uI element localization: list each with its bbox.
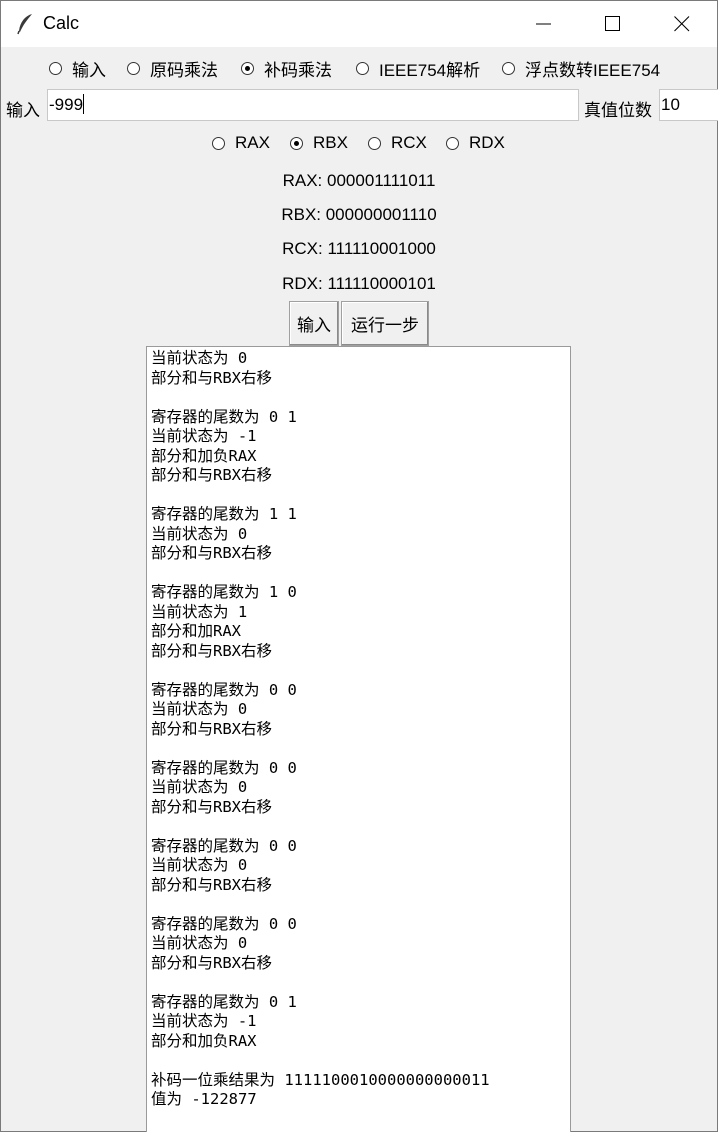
register-radio-rcx[interactable]: RCX — [368, 129, 427, 157]
register-rdx-value: RDX: 111110000101 — [282, 274, 436, 293]
log-line: 部分和与RBX右移 — [151, 466, 272, 484]
radio-label: 输入 — [72, 60, 106, 80]
mode-radio-ieee754-parse[interactable]: IEEE754解析 — [356, 54, 480, 82]
input-label: 输入 — [6, 101, 40, 120]
mode-radio-sign-magnitude[interactable]: 原码乘法 — [127, 54, 218, 82]
log-line: 部分和加负RAX — [151, 446, 257, 465]
log-line: 寄存器的尾数为 0 0 — [151, 836, 297, 855]
log-line: 当前状态为 0 — [151, 778, 248, 796]
mode-radio-float-to-ieee754[interactable]: 浮点数转IEEE754 — [502, 54, 660, 82]
title-bar[interactable]: Calc — [1, 1, 717, 47]
value-input-text: -999 — [49, 95, 84, 114]
register-rbx-value: RBX: 000000001110 — [281, 205, 437, 224]
radio-label: RCX — [391, 133, 427, 152]
radio-circle — [446, 136, 459, 150]
log-line: 部分和与RBX右移 — [151, 875, 272, 894]
log-line: 当前状态为 -1 — [151, 1012, 257, 1030]
radio-circle — [212, 136, 225, 150]
radio-circle — [368, 136, 381, 150]
log-line: 部分和与RBX右移 — [151, 797, 272, 816]
radio-label: IEEE754解析 — [379, 60, 481, 80]
register-rcx-value: RCX: 111110001000 — [282, 239, 436, 258]
radio-label: 补码乘法 — [264, 60, 332, 80]
mode-radio-twos-complement[interactable]: 补码乘法 — [241, 54, 332, 82]
log-line: 当前状态为 0 — [151, 524, 248, 543]
register-radio-group: RAX RBX RCX RDX — [1, 129, 717, 157]
radio-circle — [127, 61, 140, 75]
radio-circle — [502, 61, 515, 75]
log-line: 当前状态为 0 — [151, 934, 248, 952]
log-line: 部分和加负RAX — [151, 1031, 257, 1050]
log-line: 部分和与RBX右移 — [151, 641, 272, 660]
log-line: 寄存器的尾数为 0 0 — [151, 758, 297, 777]
log-line: 寄存器的尾数为 0 0 — [151, 914, 297, 933]
run-step-button[interactable]: 运行一步 — [341, 301, 429, 346]
mode-radio-input[interactable]: 输入 — [49, 54, 106, 82]
bits-input[interactable]: 10 — [659, 89, 718, 121]
log-line: 部分和与RBX右移 — [151, 368, 272, 387]
log-line: 补码一位乘结果为 1111100010000000000011 — [151, 1070, 490, 1089]
log-line: 部分和与RBX右移 — [151, 544, 272, 562]
log-line: 当前状态为 -1 — [151, 427, 257, 445]
log-line: 值为 -122877 — [151, 1090, 257, 1108]
text-caret — [83, 94, 85, 114]
register-radio-rbx[interactable]: RBX — [290, 129, 348, 157]
log-line: 部分和加RAX — [151, 622, 241, 640]
value-input[interactable]: -999 — [47, 89, 579, 121]
radio-circle — [49, 61, 62, 75]
input-button[interactable]: 输入 — [289, 301, 339, 346]
radio-label: 原码乘法 — [150, 60, 218, 80]
calc-window: Calc 输入 原码乘法 补码乘法 IEEE754解析 浮点数转IEEE754 … — [0, 0, 718, 1132]
log-line: 寄存器的尾数为 1 1 — [151, 505, 297, 523]
log-line: 当前状态为 1 — [151, 602, 248, 621]
log-line: 部分和与RBX右移 — [151, 719, 272, 738]
close-button[interactable] — [647, 1, 717, 47]
log-line: 寄存器的尾数为 1 0 — [151, 583, 297, 601]
radio-label: RBX — [313, 133, 348, 152]
bits-input-text: 10 — [661, 95, 680, 114]
log-line: 寄存器的尾数为 0 0 — [151, 680, 297, 699]
radio-circle-selected — [241, 61, 254, 75]
output-log[interactable]: 当前状态为 0 部分和与RBX右移 寄存器的尾数为 0 1 当前状态为 -1 部分和加负… — [146, 346, 571, 1132]
log-line: 当前状态为 0 — [151, 349, 248, 367]
register-rax-value: RAX: 000001111011 — [282, 171, 436, 190]
log-line: 当前状态为 0 — [151, 700, 248, 718]
log-line: 当前状态为 0 — [151, 856, 248, 874]
mode-radio-group: 输入 原码乘法 补码乘法 IEEE754解析 浮点数转IEEE754 — [1, 54, 717, 82]
log-line: 寄存器的尾数为 0 1 — [151, 407, 297, 426]
maximize-icon — [605, 16, 620, 31]
feather-icon — [17, 13, 35, 35]
minimize-icon — [536, 23, 551, 25]
window-title: Calc — [43, 13, 80, 33]
log-line: 部分和与RBX右移 — [151, 953, 272, 972]
radio-circle — [356, 61, 369, 75]
close-icon — [674, 16, 690, 32]
radio-circle-selected — [290, 136, 303, 150]
log-line: 寄存器的尾数为 0 1 — [151, 992, 297, 1011]
minimize-button[interactable] — [509, 1, 579, 47]
radio-label: RAX — [235, 133, 270, 152]
register-radio-rdx[interactable]: RDX — [446, 129, 505, 157]
bits-label: 真值位数 — [584, 101, 652, 120]
radio-label: 浮点数转IEEE754 — [525, 60, 661, 80]
register-radio-rax[interactable]: RAX — [212, 129, 270, 157]
radio-label: RDX — [469, 133, 505, 152]
maximize-button[interactable] — [578, 1, 648, 47]
